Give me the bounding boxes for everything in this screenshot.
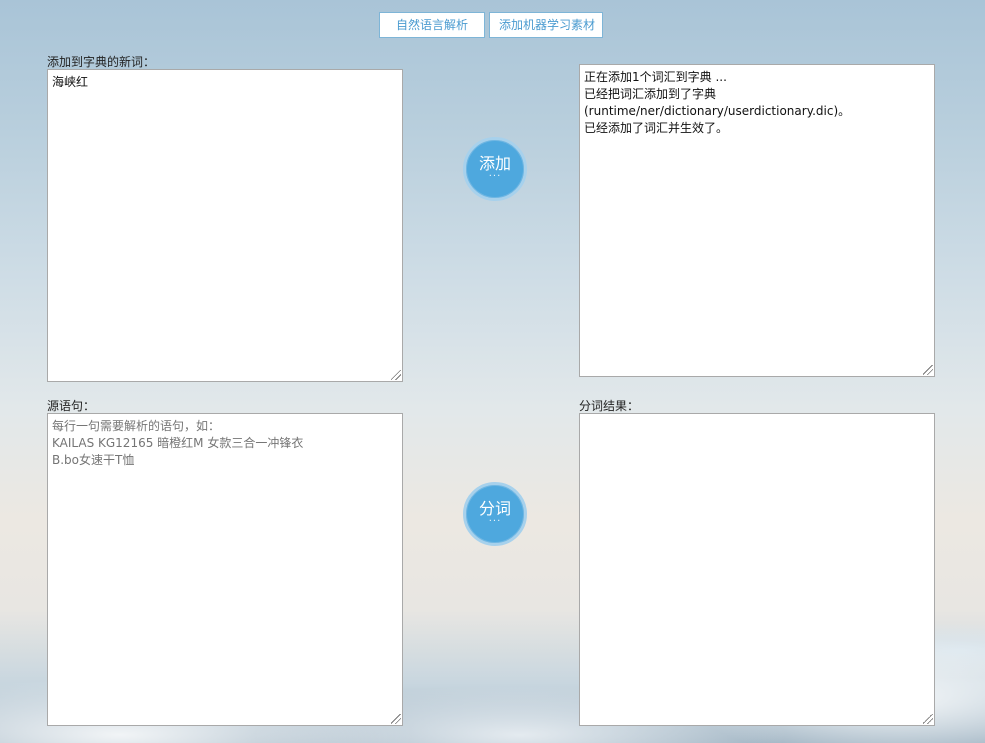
placeholder-line: B.bo女速干T恤 (52, 453, 135, 467)
placeholder-line: 每行一句需要解析的语句，如： (52, 419, 221, 433)
segment-button[interactable]: 分词 ··· (463, 482, 527, 546)
new-word-textarea[interactable]: 海峡红 (47, 69, 403, 382)
segment-result-label: 分词结果： (579, 399, 640, 413)
add-ml-material-button[interactable]: 添加机器学习素材 (489, 12, 603, 38)
output-line: 正在添加1个词汇到字典 ... (584, 70, 727, 84)
segment-result-output[interactable] (579, 413, 935, 726)
output-line: 已经把词汇添加到了字典 (584, 87, 717, 101)
resize-grip-icon[interactable] (923, 714, 933, 724)
new-word-label: 添加到字典的新词： (47, 55, 156, 69)
output-line: 已经添加了词汇并生效了。 (584, 121, 729, 135)
nlp-parse-button[interactable]: 自然语言解析 (379, 12, 485, 38)
resize-grip-icon[interactable] (923, 365, 933, 375)
ellipsis-icon: ··· (488, 171, 502, 182)
ellipsis-icon: ··· (488, 516, 502, 527)
placeholder-line: KAILAS KG12165 暗橙红M 女款三合一冲锋衣 (52, 436, 304, 450)
source-sentence-label: 源语句： (47, 399, 96, 413)
add-word-button[interactable]: 添加 ··· (463, 137, 527, 201)
new-word-value: 海峡红 (52, 75, 89, 89)
add-result-output[interactable]: 正在添加1个词汇到字典 ... 已经把词汇添加到了字典 (runtime/ner… (579, 64, 935, 377)
resize-grip-icon[interactable] (391, 714, 401, 724)
resize-grip-icon[interactable] (391, 370, 401, 380)
source-sentence-textarea[interactable]: 每行一句需要解析的语句，如： KAILAS KG12165 暗橙红M 女款三合一… (47, 413, 403, 726)
output-line: (runtime/ner/dictionary/userdictionary.d… (584, 104, 851, 118)
top-toolbar: 自然语言解析 添加机器学习素材 (379, 12, 603, 38)
